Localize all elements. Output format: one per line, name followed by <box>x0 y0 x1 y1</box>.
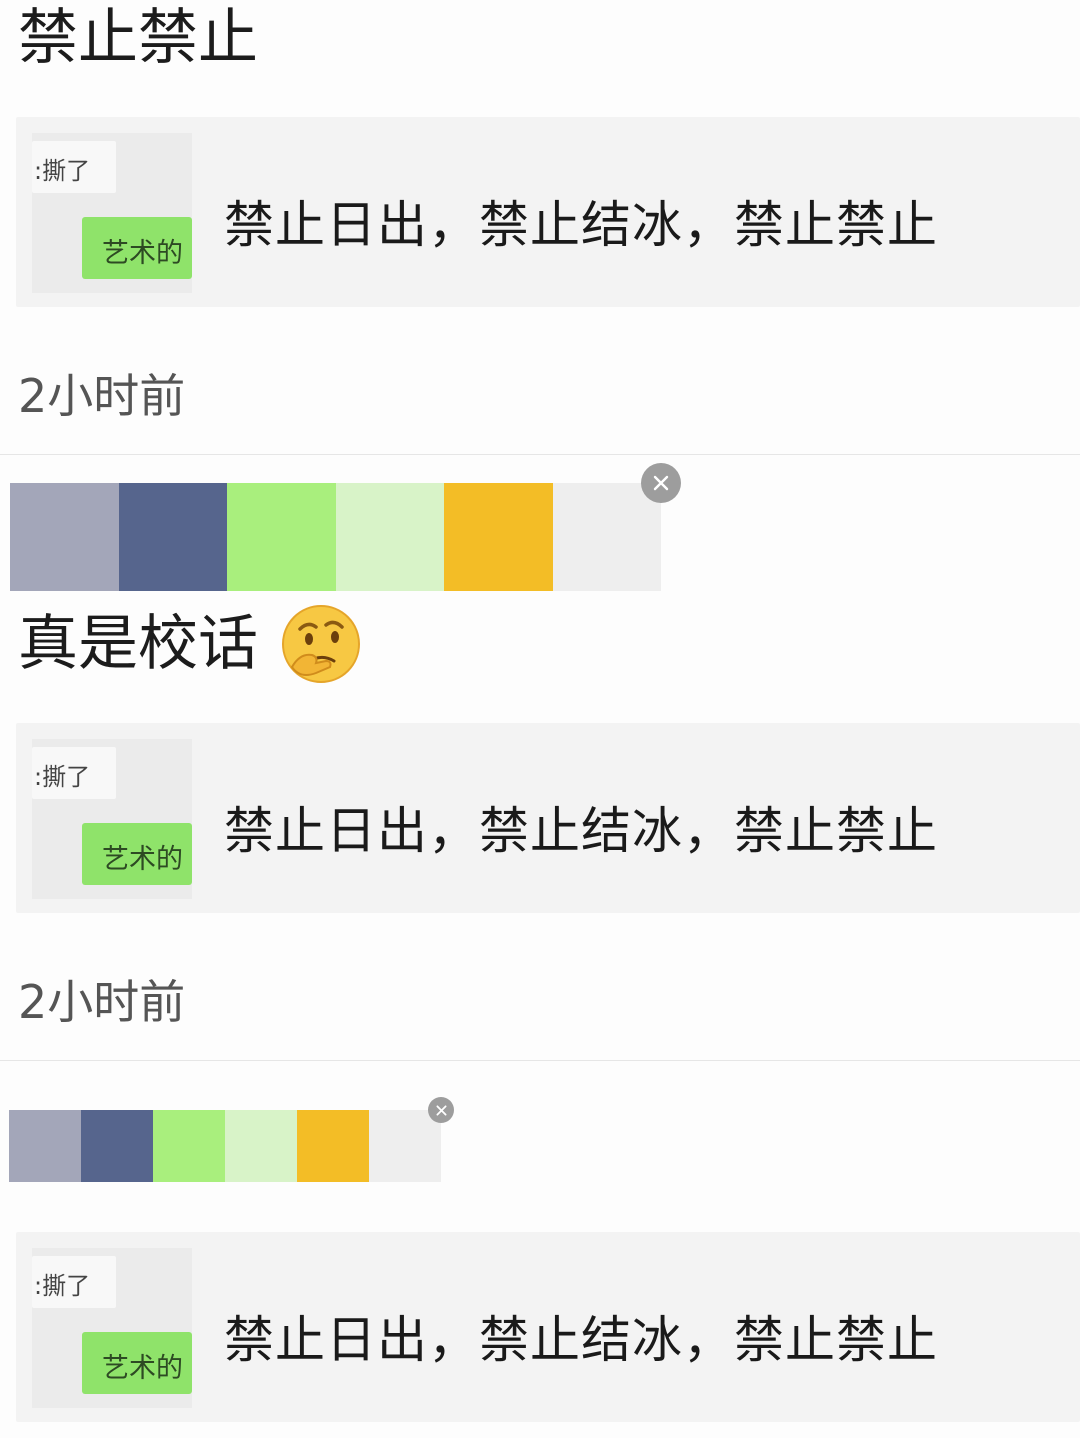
thinking-face-icon <box>280 603 362 685</box>
color-swatch <box>552 483 661 591</box>
close-icon[interactable] <box>641 463 681 503</box>
quote-text: 禁止日出，禁止结冰，禁止禁止 <box>224 802 938 860</box>
timestamp: 2小时前 <box>18 369 186 423</box>
chat-bubble-received: :撕了 <box>32 141 116 193</box>
chat-bubble-sent: 艺术的 <box>82 823 192 885</box>
color-swatch <box>152 1110 225 1182</box>
close-icon[interactable] <box>428 1097 454 1123</box>
chat-bubble-sent: 艺术的 <box>82 217 192 279</box>
divider <box>0 454 1080 455</box>
color-palette <box>9 1110 441 1182</box>
thumbnail-image: :撕了 艺术的 <box>32 133 192 293</box>
chat-bubble-text: :撕了 <box>34 763 91 791</box>
color-swatch <box>335 483 444 591</box>
color-swatch <box>444 483 553 591</box>
quote-card[interactable]: :撕了 艺术的 禁止日出，禁止结冰，禁止禁止 <box>16 117 1080 307</box>
quote-text: 禁止日出，禁止结冰，禁止禁止 <box>224 1311 938 1369</box>
color-swatch <box>227 483 336 591</box>
color-swatch <box>368 1110 441 1182</box>
chat-bubble-text: :撕了 <box>34 1272 91 1300</box>
thumbnail-image: :撕了 艺术的 <box>32 739 192 899</box>
chat-bubble-text: :撕了 <box>34 157 91 185</box>
chat-bubble-received: :撕了 <box>32 747 116 799</box>
quote-card[interactable]: :撕了 艺术的 禁止日出，禁止结冰，禁止禁止 <box>16 1232 1080 1422</box>
color-swatch <box>296 1110 369 1182</box>
chat-bubble-text: 艺术的 <box>102 238 183 269</box>
divider <box>0 1060 1080 1061</box>
post-title: 真是校话 <box>18 609 258 679</box>
chat-bubble-text: 艺术的 <box>102 844 183 875</box>
quote-card[interactable]: :撕了 艺术的 禁止日出，禁止结冰，禁止禁止 <box>16 723 1080 913</box>
color-swatch <box>118 483 227 591</box>
chat-bubble-sent: 艺术的 <box>82 1332 192 1394</box>
color-palette <box>10 483 661 591</box>
color-swatch <box>10 483 119 591</box>
color-swatch <box>9 1110 81 1182</box>
chat-bubble-text: 艺术的 <box>102 1353 183 1384</box>
color-swatch <box>80 1110 153 1182</box>
chat-bubble-received: :撕了 <box>32 1256 116 1308</box>
post-title: 禁止禁止 <box>18 3 258 73</box>
quote-text: 禁止日出，禁止结冰，禁止禁止 <box>224 196 938 254</box>
color-swatch <box>224 1110 297 1182</box>
thumbnail-image: :撕了 艺术的 <box>32 1248 192 1408</box>
timestamp: 2小时前 <box>18 975 186 1029</box>
